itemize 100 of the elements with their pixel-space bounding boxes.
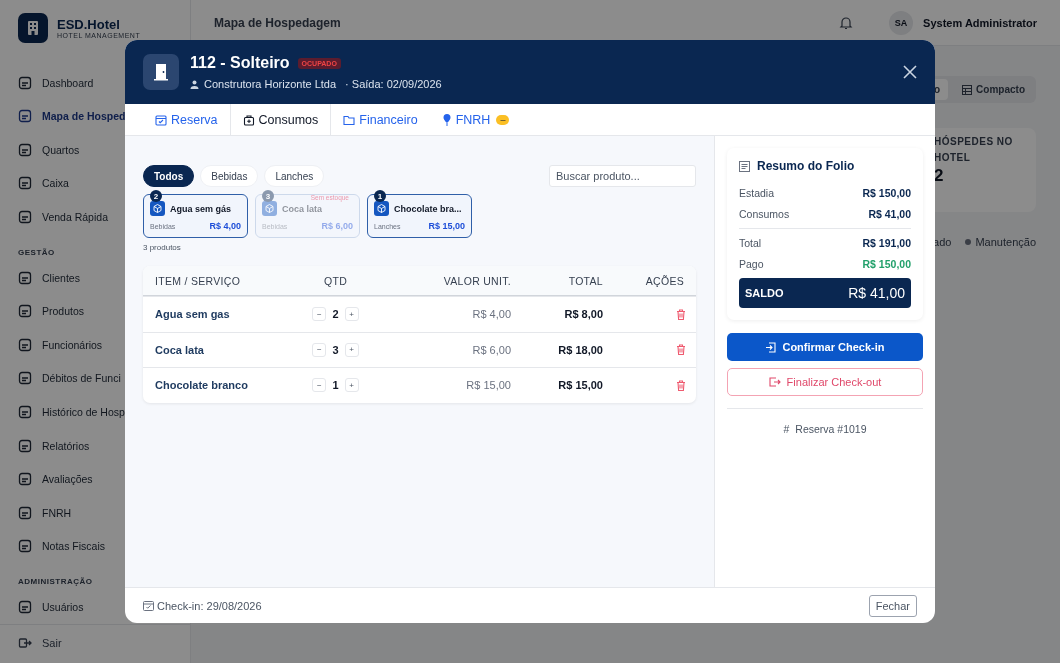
room-title: 112 - Solteiro bbox=[190, 54, 290, 72]
folio-label: Pago bbox=[739, 258, 764, 271]
balance-label: SALDO bbox=[745, 287, 784, 299]
stat-label: HÓSPEDES NO HOTEL bbox=[934, 134, 1014, 165]
tab[interactable]: Financeiro bbox=[331, 104, 430, 135]
column-header: QTD bbox=[323, 274, 348, 287]
product-price: R$ 6,00 bbox=[321, 221, 353, 231]
column-header: AÇÕES bbox=[644, 274, 685, 287]
tab[interactable]: Reserva bbox=[143, 104, 230, 135]
hash-symbol: # bbox=[783, 423, 790, 435]
folio-label: Consumos bbox=[739, 208, 790, 221]
app-name: ESD.Hotel bbox=[57, 17, 121, 33]
trash-icon[interactable] bbox=[676, 344, 686, 356]
exit-icon bbox=[768, 377, 781, 387]
quantity: 3 bbox=[332, 343, 339, 356]
sidebar-item[interactable]: Quartos bbox=[0, 133, 80, 167]
bell-icon[interactable] bbox=[839, 15, 854, 30]
receipt-icon bbox=[739, 160, 750, 172]
increase-button[interactable]: + bbox=[344, 342, 359, 357]
quantity: 1 bbox=[332, 379, 339, 392]
sidebar-item[interactable]: FNRH bbox=[0, 495, 72, 530]
confirm-checkin-button[interactable]: Confirmar Check-in bbox=[727, 333, 923, 361]
close-icon[interactable] bbox=[903, 65, 917, 79]
user-avatar[interactable]: SA bbox=[889, 10, 914, 35]
trash-icon[interactable] bbox=[676, 308, 686, 320]
product-name: Coca lata bbox=[282, 203, 323, 214]
folio-amount: R$ 41,00 bbox=[868, 208, 911, 221]
sidebar-item[interactable]: Débitos de Funci bbox=[0, 361, 121, 396]
person-icon bbox=[190, 79, 199, 89]
column-header: VALOR UNIT. bbox=[442, 274, 511, 287]
item-name: Chocolate branco bbox=[154, 379, 249, 392]
filter-chip[interactable]: Lanches bbox=[264, 165, 325, 187]
product-name: Chocolate bra... bbox=[394, 203, 462, 214]
view-toggle-button[interactable]: Compacto bbox=[954, 79, 1033, 100]
sidebar-item[interactable]: Avaliações bbox=[0, 462, 93, 496]
decrease-button[interactable]: − bbox=[312, 378, 327, 393]
legend-dot bbox=[965, 239, 972, 245]
page-title: Mapa de Hospedagem bbox=[214, 15, 341, 30]
sidebar-item[interactable]: Dashboard bbox=[0, 65, 94, 100]
line-total: R$ 15,00 bbox=[557, 379, 603, 392]
checkin-date: Check-in: 29/08/2026 bbox=[157, 599, 262, 612]
building-logo-icon bbox=[18, 13, 48, 44]
stat-value: 2 bbox=[934, 166, 945, 186]
folio-label: Total bbox=[739, 236, 762, 249]
tab[interactable]: FNRH – bbox=[429, 104, 522, 135]
sidebar-item[interactable]: Mapa de Hosped bbox=[0, 99, 126, 133]
guest-name: Construtora Horizonte Ltda bbox=[204, 78, 337, 90]
sidebar-item[interactable]: Notas Fiscais bbox=[0, 529, 105, 564]
folio-amount: R$ 150,00 bbox=[862, 186, 911, 199]
sidebar-item[interactable]: Produtos bbox=[0, 294, 85, 328]
unit-price: R$ 15,00 bbox=[465, 379, 511, 392]
item-name: Coca lata bbox=[154, 343, 205, 356]
unit-price: R$ 4,00 bbox=[471, 308, 511, 321]
exit-icon bbox=[18, 635, 32, 650]
folio-title: Resumo do Folio bbox=[757, 159, 855, 173]
filter-chip[interactable]: Bebidas bbox=[200, 165, 259, 187]
sidebar-item[interactable]: Relatórios bbox=[0, 428, 90, 463]
section-heading: ADMINISTRAÇÃO bbox=[18, 577, 93, 587]
legend-label: Manutenção bbox=[975, 236, 1036, 248]
checkout-date: · Saída: 02/09/2026 bbox=[345, 78, 442, 90]
product-price: R$ 15,00 bbox=[428, 221, 465, 231]
count-badge: 2 bbox=[150, 190, 162, 202]
folio-label: Estadia bbox=[739, 186, 775, 199]
close-button[interactable]: Fechar bbox=[868, 594, 917, 617]
sidebar-item[interactable]: Funcionários bbox=[0, 327, 103, 362]
bag-icon bbox=[242, 113, 255, 126]
product-count: 3 produtos bbox=[143, 243, 182, 252]
increase-button[interactable]: + bbox=[344, 307, 359, 322]
line-total: R$ 18,00 bbox=[557, 343, 603, 356]
sidebar-item[interactable]: Caixa bbox=[0, 166, 69, 201]
decrease-button[interactable]: − bbox=[312, 342, 327, 357]
folio-amount: R$ 150,00 bbox=[862, 258, 911, 271]
sidebar-item[interactable]: Usuários bbox=[0, 590, 84, 624]
section-heading: GESTÃO bbox=[18, 247, 55, 257]
folio-amount: R$ 191,00 bbox=[862, 236, 911, 249]
item-name: Agua sem gas bbox=[154, 308, 231, 321]
tab[interactable]: Consumos bbox=[229, 104, 332, 135]
count-badge: 3 bbox=[262, 190, 274, 202]
sidebar-item[interactable]: Histórico de Hosp bbox=[0, 395, 125, 429]
column-header: ITEM / SERVIÇO bbox=[154, 274, 242, 287]
balance-amount: R$ 41,00 bbox=[848, 285, 905, 301]
product-price: R$ 4,00 bbox=[209, 221, 241, 231]
count-badge: 1 bbox=[374, 190, 386, 202]
checkout-button[interactable]: Finalizar Check-out bbox=[727, 368, 923, 396]
trash-icon[interactable] bbox=[676, 379, 686, 391]
quantity: 2 bbox=[332, 308, 339, 321]
filter-chip[interactable]: Todos bbox=[143, 165, 195, 187]
increase-button[interactable]: + bbox=[344, 378, 359, 393]
reservation-number: Reserva #1019 bbox=[795, 423, 867, 435]
user-name: System Administrator bbox=[923, 16, 1037, 29]
tab-badge: – bbox=[496, 114, 510, 125]
sidebar-item[interactable]: Clientes bbox=[0, 260, 80, 295]
enter-icon bbox=[765, 341, 777, 353]
decrease-button[interactable]: − bbox=[312, 307, 327, 322]
product-name: Agua sem gás bbox=[170, 203, 232, 214]
sidebar-item[interactable]: Venda Rápida bbox=[0, 200, 108, 234]
search-field[interactable]: Buscar produto... bbox=[549, 165, 696, 187]
line-total: R$ 8,00 bbox=[563, 308, 603, 321]
column-header: TOTAL bbox=[567, 274, 603, 287]
unit-price: R$ 6,00 bbox=[471, 343, 511, 356]
